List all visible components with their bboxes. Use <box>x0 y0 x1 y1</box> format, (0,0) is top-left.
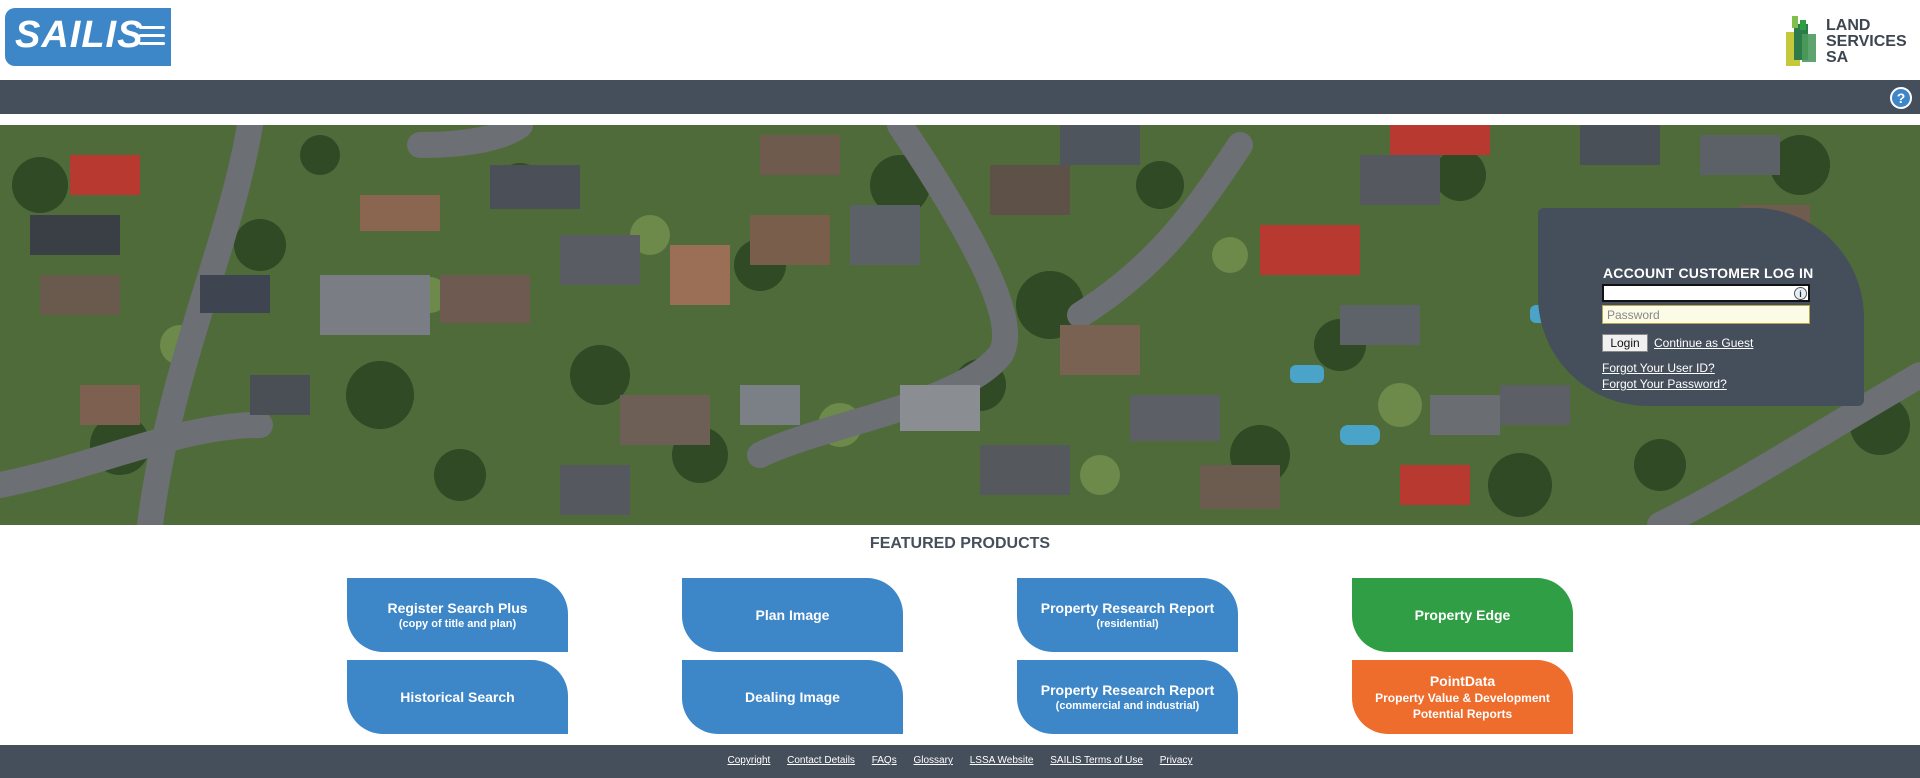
land-services-sa-mark-icon <box>1786 16 1816 66</box>
footer-link-contact-details[interactable]: Contact Details <box>787 755 855 766</box>
help-icon[interactable]: ? <box>1890 87 1912 109</box>
land-services-sa-text: LAND SERVICES SA <box>1826 17 1907 66</box>
product-title: Property Research Report <box>1040 681 1215 698</box>
product-title: Dealing Image <box>745 688 840 705</box>
footer-link-faqs[interactable]: FAQs <box>872 755 897 766</box>
password-input[interactable] <box>1602 305 1810 324</box>
product-title: Plan Image <box>755 606 830 623</box>
footer-links: Copyright Contact Details FAQs Glossary … <box>0 755 1920 766</box>
product-subtitle: (commercial and industrial) <box>1055 699 1200 712</box>
footer-link-terms-of-use[interactable]: SAILIS Terms of Use <box>1050 755 1143 766</box>
login-panel: ACCOUNT CUSTOMER LOG IN i Login Continue… <box>1538 208 1864 406</box>
continue-as-guest-link[interactable]: Continue as Guest <box>1654 336 1753 350</box>
product-subtitle: (residential) <box>1096 617 1159 630</box>
product-title: Register Search Plus <box>387 599 528 616</box>
footer-link-privacy[interactable]: Privacy <box>1160 755 1193 766</box>
product-pointdata[interactable]: PointData Property Value & Development P… <box>1352 660 1573 734</box>
footer-link-lssa-website[interactable]: LSSA Website <box>970 755 1034 766</box>
login-button[interactable]: Login <box>1602 334 1648 352</box>
featured-products-title: FEATURED PRODUCTS <box>869 535 1051 552</box>
product-property-edge[interactable]: Property Edge <box>1352 578 1573 652</box>
product-subtitle: Property Value & Development Potential R… <box>1375 690 1550 721</box>
forgot-password-link[interactable]: Forgot Your Password? <box>1602 377 1727 391</box>
product-title: PointData <box>1429 672 1496 689</box>
forgot-user-id-link[interactable]: Forgot Your User ID? <box>1602 361 1715 375</box>
product-title: Property Research Report <box>1040 599 1215 616</box>
product-historical-search[interactable]: Historical Search <box>347 660 568 734</box>
product-property-research-report-residential[interactable]: Property Research Report (residential) <box>1017 578 1238 652</box>
logo-stripes <box>139 26 165 50</box>
product-property-research-report-commercial[interactable]: Property Research Report (commercial and… <box>1017 660 1238 734</box>
sailis-logo[interactable]: SAILIS <box>5 8 171 66</box>
product-plan-image[interactable]: Plan Image <box>682 578 903 652</box>
footer-link-copyright[interactable]: Copyright <box>728 755 771 766</box>
footer: Copyright Contact Details FAQs Glossary … <box>0 745 1920 778</box>
land-services-sa-logo[interactable]: LAND SERVICES SA <box>1782 14 1912 70</box>
login-title: ACCOUNT CUSTOMER LOG IN <box>1603 265 1814 281</box>
sailis-logo-text: SAILIS <box>15 14 144 56</box>
header: SAILIS LAND SERVICES SA <box>0 0 1920 80</box>
product-title: Historical Search <box>400 688 515 705</box>
product-subtitle: (copy of title and plan) <box>398 617 517 630</box>
footer-link-glossary[interactable]: Glossary <box>914 755 953 766</box>
user-id-input[interactable] <box>1602 284 1810 302</box>
product-register-search-plus[interactable]: Register Search Plus (copy of title and … <box>347 578 568 652</box>
product-title: Property Edge <box>1414 606 1511 623</box>
nav-bar: ? <box>0 80 1920 114</box>
product-dealing-image[interactable]: Dealing Image <box>682 660 903 734</box>
info-icon[interactable]: i <box>1794 287 1807 300</box>
